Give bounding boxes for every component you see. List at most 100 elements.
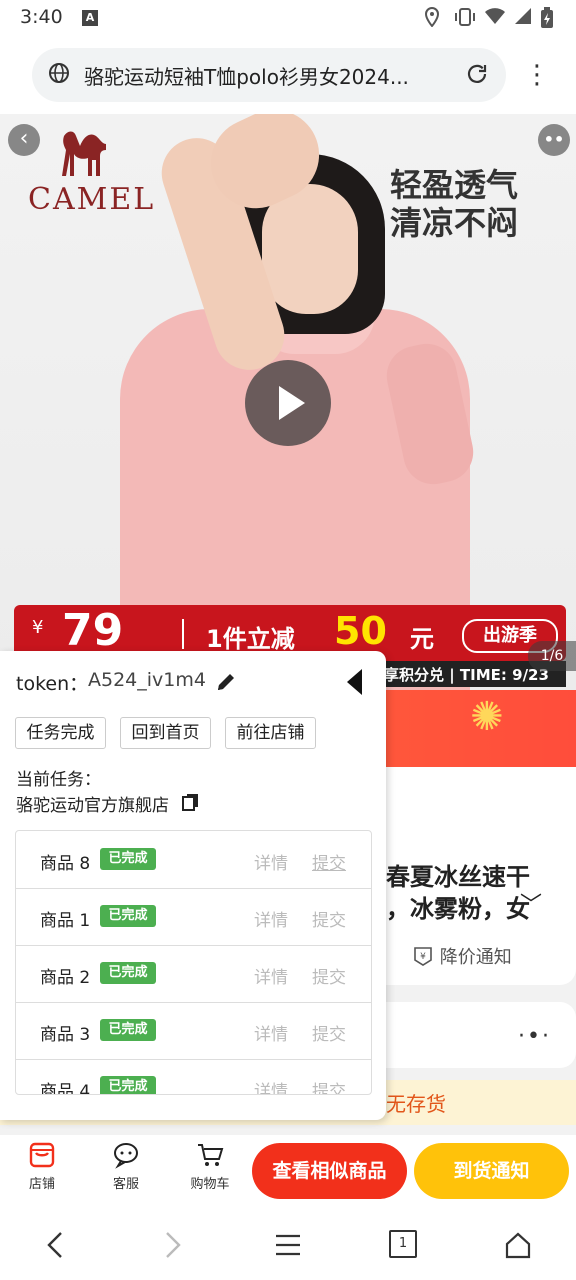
vibrate-icon — [454, 7, 476, 32]
promo-price: 79 — [62, 605, 124, 656]
shop-button[interactable]: 店铺 — [14, 1141, 70, 1192]
svg-text:¥: ¥ — [420, 952, 426, 962]
copy-icon[interactable] — [182, 793, 200, 811]
item-name: 商品 1 — [40, 911, 91, 931]
firework-icon: ✺ — [470, 694, 504, 740]
detail-link[interactable]: 详情 — [254, 1077, 288, 1094]
nav-back-icon[interactable] — [44, 1230, 68, 1264]
status-badge: 已完成 — [100, 848, 156, 870]
table-row: 商品 4 已完成 详情 提交 — [16, 1059, 371, 1095]
nav-forward-icon[interactable] — [160, 1230, 184, 1264]
promo-strip-text: 享积分兑 | TIME: 9/23 — [384, 666, 549, 684]
item-name: 商品 4 — [40, 1082, 91, 1095]
address-bar[interactable]: 骆驼运动短袖T恤polo衫男女2024... — [32, 48, 506, 102]
token-label: token： — [16, 673, 89, 695]
status-badge: 已完成 — [100, 962, 156, 984]
submit-link[interactable]: 提交 — [312, 849, 346, 874]
status-badge: 已完成 — [100, 1019, 156, 1041]
price-notify-label: 降价通知 — [439, 947, 512, 968]
submit-link[interactable]: 提交 — [312, 1077, 346, 1094]
product-image-carousel[interactable]: CAMEL 轻盈透气 清凉不闷 ‹ •• ¥ 79 1件立减 50 元 出游季 … — [0, 114, 576, 690]
status-badge: 已完成 — [100, 905, 156, 927]
location-icon — [424, 6, 440, 32]
stock-status-text: 无存货 — [386, 1092, 446, 1116]
back-home-button[interactable]: 回到首页 — [120, 717, 211, 749]
currency-symbol: ¥ — [32, 617, 44, 638]
slogan-line-1: 轻盈透气 — [390, 166, 519, 204]
app-notification-icon: A — [82, 10, 98, 26]
submit-link[interactable]: 提交 — [312, 1020, 346, 1045]
current-task-label: 当前任务： — [16, 770, 101, 790]
detail-link[interactable]: 详情 — [254, 1020, 288, 1045]
browser-menu-button[interactable]: ⋮ — [524, 60, 550, 90]
status-bar: 3:40 A — [0, 0, 576, 36]
current-task-value: 骆驼运动官方旗舰店 — [16, 796, 169, 816]
detail-link[interactable]: 详情 — [254, 963, 288, 988]
promo-offer-unit: 元 — [410, 625, 434, 653]
browser-nav-bar: 1 — [0, 1210, 576, 1280]
product-title-line-2: ，冰雾粉，女 — [386, 895, 530, 923]
arrival-notify-button[interactable]: 到货通知 — [414, 1143, 569, 1199]
chevron-left-icon: ‹ — [19, 126, 29, 151]
clock: 3:40 — [20, 6, 63, 28]
go-shop-button[interactable]: 前往店铺 — [225, 717, 316, 749]
item-name: 商品 2 — [40, 968, 91, 988]
table-row: 商品 2 已完成 详情 提交 — [16, 945, 371, 1003]
price-tag-icon: ¥ — [414, 947, 432, 966]
task-panel: token： A524_iv1m4 任务完成 回到首页 前往店铺 当前任务： 骆… — [0, 651, 386, 1120]
collapse-panel-icon[interactable] — [347, 669, 362, 695]
signal-icon — [512, 7, 532, 30]
submit-link[interactable]: 提交 — [312, 906, 346, 931]
more-dots-icon: •• — [543, 130, 565, 149]
reload-icon[interactable] — [464, 61, 490, 87]
promo-offer-amount: 50 — [334, 609, 387, 653]
url-text[interactable]: 骆驼运动短袖T恤polo衫男女2024... — [84, 61, 444, 90]
promo-offer-text: 1件立减 — [206, 625, 295, 653]
bottom-action-bar: 店铺 客服 购物车 查看相似商品 到货通知 — [0, 1135, 576, 1210]
product-title-line-1: 春夏冰丝速干 — [386, 863, 530, 891]
expand-chevron-icon[interactable]: ﹀ — [520, 887, 542, 919]
cart-icon — [196, 1141, 224, 1169]
wifi-icon — [484, 7, 506, 30]
table-row: 商品 3 已完成 详情 提交 — [16, 1002, 371, 1060]
nav-home-icon[interactable] — [504, 1230, 532, 1264]
more-options-button[interactable]: •• — [538, 124, 570, 156]
status-badge: 已完成 — [100, 1076, 156, 1094]
slogan-line-2: 清凉不闷 — [390, 204, 519, 242]
pager-dots: ·•· — [518, 1024, 551, 1049]
browser-toolbar: 骆驼运动短袖T恤polo衫男女2024... ⋮ — [0, 36, 576, 114]
image-counter: 1/6 — [528, 641, 576, 671]
hero-slogan: 轻盈透气 清凉不闷 — [390, 166, 518, 242]
shop-label: 店铺 — [28, 1177, 55, 1192]
brand-name: CAMEL — [28, 182, 156, 217]
cart-button[interactable]: 购物车 — [182, 1141, 238, 1192]
customer-service-button[interactable]: 客服 — [98, 1141, 154, 1192]
table-row: 商品 1 已完成 详情 提交 — [16, 888, 371, 946]
edit-pencil-icon[interactable] — [215, 671, 237, 693]
token-value: A524_iv1m4 — [88, 669, 206, 691]
promo-divider — [182, 619, 184, 649]
play-icon — [279, 386, 305, 420]
chat-icon — [112, 1141, 140, 1169]
tab-switcher-icon[interactable]: 1 — [389, 1230, 417, 1258]
view-similar-button[interactable]: 查看相似商品 — [252, 1143, 407, 1199]
battery-icon — [540, 7, 554, 34]
item-name: 商品 3 — [40, 1025, 91, 1045]
detail-link[interactable]: 详情 — [254, 849, 288, 874]
model-face — [262, 184, 358, 314]
task-complete-button[interactable]: 任务完成 — [15, 717, 106, 749]
submit-link[interactable]: 提交 — [312, 963, 346, 988]
table-row: 商品 8 已完成 详情 提交 — [16, 831, 371, 889]
cart-label: 购物车 — [190, 1177, 230, 1192]
shop-icon — [28, 1141, 56, 1169]
back-button[interactable]: ‹ — [8, 124, 40, 156]
detail-link[interactable]: 详情 — [254, 906, 288, 931]
globe-icon — [48, 62, 70, 84]
service-label: 客服 — [112, 1177, 139, 1192]
brand-logo: CAMEL — [28, 122, 158, 218]
nav-menu-icon[interactable] — [274, 1230, 302, 1264]
price-drop-notify[interactable]: ¥ 降价通知 — [412, 943, 512, 969]
play-video-button[interactable] — [245, 360, 331, 446]
task-table: 商品 8 已完成 详情 提交 商品 1 已完成 详情 提交 商品 2 已完成 详… — [15, 830, 372, 1095]
item-name: 商品 8 — [40, 854, 91, 874]
